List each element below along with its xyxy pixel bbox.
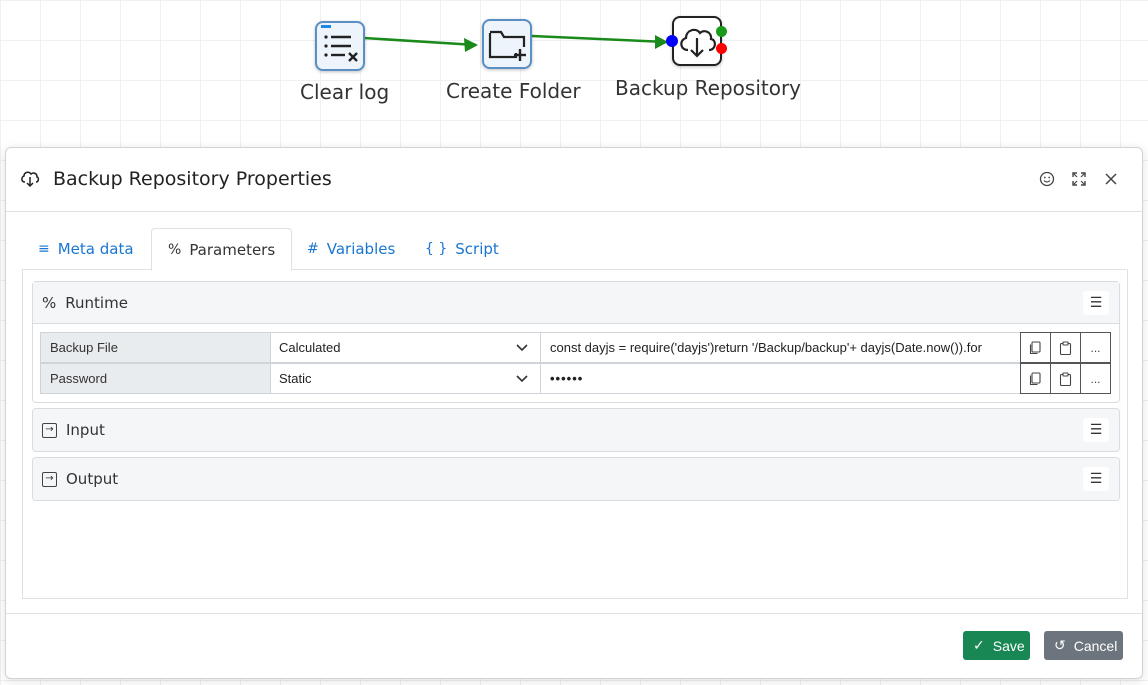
check-icon: ✓ [973,637,985,653]
more-button[interactable]: ... [1080,332,1111,363]
input-section-header[interactable]: → Input ☰ [33,409,1119,451]
input-port[interactable] [666,35,678,47]
param-value-input[interactable]: const dayjs = require('dayjs')return '/B… [541,332,1021,363]
folder-plus-icon [488,30,526,61]
runtime-section-header[interactable]: % Runtime ☰ [33,282,1119,324]
flow-connectors [363,34,668,52]
tab-label: Variables [326,240,396,258]
section-title: Input [66,421,105,439]
copy-icon [1029,371,1041,385]
cancel-button[interactable]: ↺ Cancel [1044,631,1123,660]
tab-parameters[interactable]: % Parameters [151,228,293,271]
clear-list-icon [321,25,358,62]
param-mode-value: Static [279,371,312,386]
clipboard-icon [1059,340,1072,355]
dialog-header: Backup Repository Properties [6,148,1142,212]
param-mode-select[interactable]: Calculated [271,332,541,363]
param-mode-value: Calculated [279,340,341,355]
arrow-in-box-icon: → [42,422,57,438]
node-label-backup-repository: Backup Repository [615,76,802,100]
smiley-icon [1039,171,1055,187]
properties-dialog: Backup Repository Properties ≡ Meta data [5,147,1143,679]
input-section: → Input ☰ [32,408,1120,452]
close-icon [1105,173,1117,185]
tab-bar: ≡ Meta data % Parameters # Variables { }… [22,228,1126,271]
dialog-footer: ✓ Save ↺ Cancel [6,613,1142,678]
success-port[interactable] [716,26,727,37]
password-input[interactable]: •••••• [541,363,1021,394]
copy-icon [1029,340,1041,354]
parameters-panel: % Runtime ☰ Backup File Calculated const… [22,269,1128,599]
save-label: Save [992,637,1025,654]
close-button[interactable] [1096,164,1126,194]
copy-button[interactable] [1020,363,1051,394]
feedback-button[interactable] [1032,164,1062,194]
hamburger-icon: ☰ [1089,471,1103,487]
node-label-clear-log: Clear log [300,80,390,104]
paste-button[interactable] [1050,332,1081,363]
tab-label: Meta data [57,240,134,258]
section-title: Runtime [65,293,128,312]
section-menu-button[interactable]: ☰ [1083,291,1109,315]
output-section: → Output ☰ [32,457,1120,501]
arrow-in-box-icon: → [42,471,57,487]
section-menu-button[interactable]: ☰ [1083,418,1109,442]
connector-arrow-1 [464,38,478,52]
param-row-password: Password Static •••••• ... [40,363,1112,394]
param-mode-select[interactable]: Static [271,363,541,394]
hamburger-icon: ☰ [1089,295,1103,311]
param-label: Backup File [40,332,271,363]
clipboard-icon [1059,371,1072,386]
section-menu-button[interactable]: ☰ [1083,467,1109,491]
output-section-header[interactable]: → Output ☰ [33,458,1119,500]
tab-script[interactable]: { } Script [409,228,515,270]
runtime-section: % Runtime ☰ Backup File Calculated const… [32,281,1120,403]
section-title: Output [66,470,119,488]
error-port[interactable] [716,43,727,54]
paste-button[interactable] [1050,363,1081,394]
tab-variables[interactable]: # Variables [291,228,411,270]
tab-label: Parameters [189,240,276,259]
percent-icon: % [42,293,57,312]
tab-label: Script [455,240,499,258]
expand-icon [1072,172,1086,186]
dialog-title: Backup Repository Properties [53,168,332,190]
param-label: Password [40,363,271,394]
undo-icon: ↺ [1054,637,1066,653]
node-label-create-folder: Create Folder [446,79,581,103]
menu-lines-icon: ≡ [38,241,50,257]
node-backup-repository[interactable] [672,16,722,66]
more-button[interactable]: ... [1080,363,1111,394]
copy-button[interactable] [1020,332,1051,363]
node-create-folder[interactable] [482,19,532,69]
maximize-button[interactable] [1064,164,1094,194]
chevron-down-icon [516,375,528,383]
braces-icon: { } [425,241,448,257]
save-button[interactable]: ✓ Save [963,631,1030,660]
hamburger-icon: ☰ [1089,422,1103,438]
tab-meta-data[interactable]: ≡ Meta data [22,228,150,270]
connector-create-to-backup [531,34,668,44]
percent-icon: % [168,241,182,258]
chevron-down-icon [516,344,528,352]
hash-icon: # [307,241,319,257]
param-row-backup-file: Backup File Calculated const dayjs = req… [40,332,1112,363]
cloud-download-icon [680,28,716,58]
connector-clear-to-create [363,36,477,47]
node-clear-log[interactable] [315,21,365,71]
cloud-download-icon [21,171,40,188]
cancel-label: Cancel [1073,637,1118,654]
